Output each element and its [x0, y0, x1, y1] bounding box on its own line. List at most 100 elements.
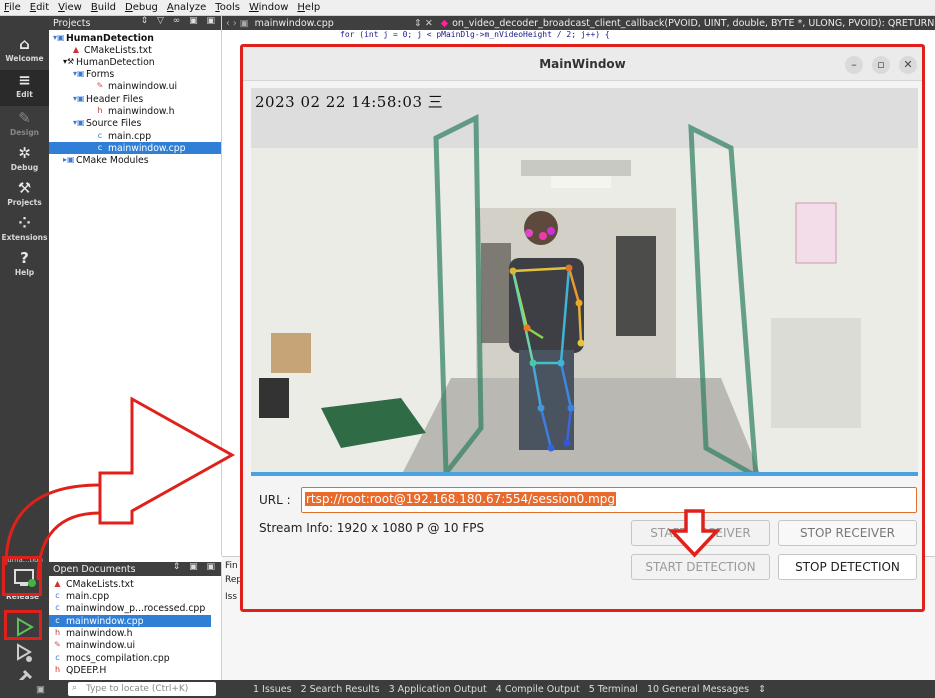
- editor-file-tab[interactable]: mainwindow.cpp: [255, 18, 334, 29]
- tab-search-results[interactable]: 2 Search Results: [301, 684, 380, 695]
- menu-help[interactable]: Help: [297, 2, 320, 13]
- doc-label: mainwindow.ui: [66, 639, 136, 651]
- stop-detection-button[interactable]: STOP DETECTION: [778, 554, 917, 580]
- tree-item-source-files[interactable]: ▾▣ Source Files: [73, 117, 141, 129]
- tree-item-project[interactable]: ▾▣ HumanDetection: [53, 32, 154, 44]
- mode-debug[interactable]: ✲ Debug: [0, 143, 49, 179]
- tree-label: main.cpp: [108, 130, 152, 142]
- close-icon[interactable]: ⇕ ✕: [414, 18, 433, 29]
- close-button[interactable]: ✕: [899, 56, 917, 74]
- folder-icon: ▾▣: [73, 94, 85, 103]
- main-window: MainWindow – ▫ ✕ 2023 02 22 14:58:03 三 U…: [240, 44, 925, 612]
- editor-toolbar: ‹ › ▣ mainwindow.cpp ⇕ ✕ ◆ on_video_deco…: [222, 16, 935, 30]
- tree-item-header-files[interactable]: ▾▣ Header Files: [73, 93, 143, 105]
- tab-general-messages[interactable]: 10 General Messages: [647, 684, 749, 695]
- stream-info: Stream Info: 1920 x 1080 P @ 10 FPS: [259, 521, 485, 535]
- maximize-button[interactable]: ▫: [872, 56, 890, 74]
- tree-label: mainwindow.cpp: [108, 142, 186, 154]
- open-doc-item[interactable]: c mocs_compilation.cpp: [53, 652, 213, 664]
- url-input[interactable]: rtsp://root:root@192.168.180.67:554/sess…: [301, 487, 917, 513]
- panel-controls[interactable]: ⇕ ▽ ∞ ▣ ▣: [141, 16, 218, 26]
- menu-analyze[interactable]: Analyze: [167, 2, 206, 13]
- ui-file-icon: ✎: [54, 640, 61, 649]
- mode-edit[interactable]: ≡ Edit: [0, 70, 49, 106]
- code-line[interactable]: for (int j = 0; j < pMainDlg->m_nVideoHe…: [222, 30, 935, 39]
- header-file-icon: h: [54, 628, 61, 637]
- minimize-button[interactable]: –: [845, 56, 863, 74]
- tree-label: HumanDetection: [66, 32, 154, 44]
- home-icon: ⌂: [19, 35, 30, 53]
- tab-issues[interactable]: 1 Issues: [253, 684, 292, 695]
- mode-design[interactable]: ✎ Design: [0, 108, 49, 144]
- debug-run-button[interactable]: [12, 642, 36, 664]
- mode-projects[interactable]: ⚒ Projects: [0, 178, 49, 214]
- tree-label: CMakeLists.txt: [84, 44, 152, 56]
- header-file-icon: h: [54, 665, 61, 674]
- header-file-icon: h: [97, 106, 103, 115]
- camera-scene-image: [251, 88, 918, 476]
- stop-receiver-button[interactable]: STOP RECEIVER: [778, 520, 917, 546]
- mode-help[interactable]: ? Help: [0, 248, 49, 284]
- menu-view[interactable]: View: [58, 2, 82, 13]
- menu-debug[interactable]: Debug: [125, 2, 158, 13]
- cpp-file-icon: c: [55, 653, 60, 662]
- window-title: MainWindow: [243, 47, 922, 81]
- tree-label: CMake Modules: [76, 154, 149, 166]
- tree-item-main-cpp[interactable]: c main.cpp: [95, 130, 151, 142]
- locate-input[interactable]: Type to locate (Ctrl+K): [68, 682, 216, 696]
- run-highlight-box: [4, 610, 42, 640]
- help-icon: ?: [20, 249, 29, 267]
- url-label: URL :: [259, 493, 291, 507]
- menu-window[interactable]: Window: [249, 2, 288, 13]
- mode-label: Help: [14, 268, 35, 277]
- url-value: rtsp://root:root@192.168.180.67:554/sess…: [305, 492, 617, 506]
- tree-label: Header Files: [86, 93, 144, 105]
- more-tabs-icon[interactable]: ⇕: [758, 684, 766, 695]
- doc-label: mainwindow.cpp: [66, 615, 144, 627]
- edit-icon: ≡: [18, 71, 31, 89]
- tree-item-cmakelists[interactable]: ▲ CMakeLists.txt: [71, 44, 152, 56]
- folder-icon: ▾▣: [73, 118, 85, 127]
- open-doc-item[interactable]: h mainwindow.h: [53, 627, 213, 639]
- doc-label: QDEEP.H: [66, 664, 107, 676]
- tab-terminal[interactable]: 5 Terminal: [589, 684, 638, 695]
- tab-application-output[interactable]: 3 Application Output: [389, 684, 487, 695]
- search-icon: ⌕: [72, 683, 78, 693]
- function-selector[interactable]: on_video_decoder_broadcast_client_callba…: [452, 18, 934, 29]
- folder-icon: ▸▣: [63, 155, 75, 164]
- folder-icon: ▾▣: [73, 69, 85, 78]
- tree-item-mainwindow-cpp[interactable]: c mainwindow.cpp: [49, 142, 221, 154]
- design-icon: ✎: [18, 109, 31, 127]
- menu-bar: File Edit View Build Debug Analyze Tools…: [0, 0, 935, 16]
- tree-item-forms[interactable]: ▾▣ Forms: [73, 68, 114, 80]
- tree-item-cmake-modules[interactable]: ▸▣ CMake Modules: [63, 154, 149, 166]
- cmake-icon: ▲: [72, 45, 80, 54]
- tab-compile-output[interactable]: 4 Compile Output: [496, 684, 580, 695]
- cpp-file-icon: c: [97, 131, 103, 140]
- open-doc-item-selected[interactable]: c mainwindow.cpp: [49, 615, 211, 627]
- mode-extensions[interactable]: ⁘ Extensions: [0, 213, 49, 249]
- mode-welcome[interactable]: ⌂ Welcome: [0, 34, 49, 70]
- menu-tools[interactable]: Tools: [215, 2, 240, 13]
- nav-arrows-icon[interactable]: ‹ › ▣: [226, 18, 249, 29]
- debug-run-icon: [17, 643, 32, 662]
- open-doc-item[interactable]: ✎ mainwindow.ui: [53, 639, 213, 651]
- tree-item-mainwindow-h[interactable]: h mainwindow.h: [95, 105, 174, 117]
- open-doc-item[interactable]: h QDEEP.H: [53, 664, 213, 676]
- minimize-icon: –: [851, 58, 857, 71]
- hammer-icon: ▾⚒: [63, 57, 75, 66]
- tree-label: Forms: [86, 68, 115, 80]
- cpp-file-icon: c: [97, 143, 103, 152]
- tree-label: Source Files: [86, 117, 142, 129]
- tree-item-target[interactable]: ▾⚒ HumanDetection: [63, 56, 155, 68]
- menu-edit[interactable]: Edit: [30, 2, 49, 13]
- menu-file[interactable]: File: [4, 2, 21, 13]
- menu-build[interactable]: Build: [91, 2, 116, 13]
- cpp-file-icon: c: [55, 616, 60, 625]
- tree-item-mainwindow-ui[interactable]: ✎ mainwindow.ui: [95, 80, 177, 92]
- projects-panel-header: Projects ⇕ ▽ ∞ ▣ ▣: [49, 16, 221, 30]
- function-icon: ◆: [440, 17, 449, 29]
- sidebar-toggle-icon[interactable]: ▣: [36, 684, 45, 695]
- debug-icon: ✲: [18, 144, 31, 162]
- tree-label: HumanDetection: [76, 56, 155, 68]
